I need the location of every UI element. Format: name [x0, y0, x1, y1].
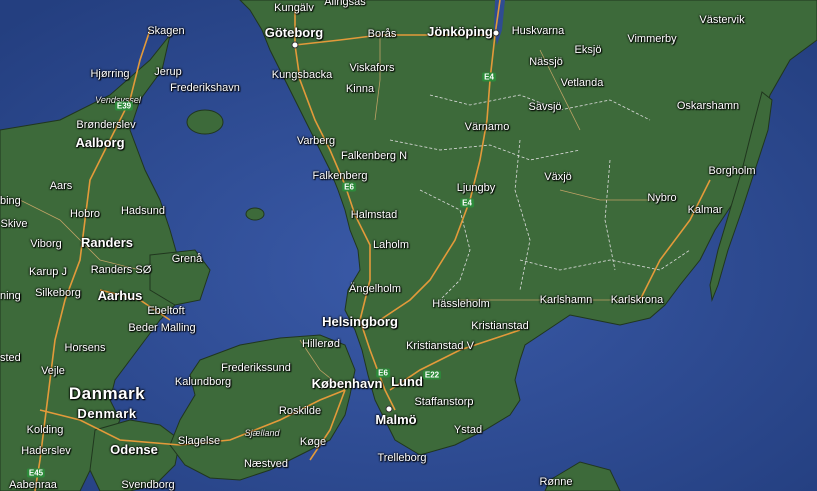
label-grena: Grenå: [171, 253, 203, 265]
label-lund: Lund: [391, 374, 423, 389]
label-staffanstorp: Staffanstorp: [414, 396, 474, 408]
shield-e6-north: E6: [342, 182, 356, 192]
label-kinna: Kinna: [345, 83, 375, 95]
map-canvas[interactable]: Kungälv Alingsås Göteborg Borås Jönköpin…: [0, 0, 817, 491]
label-skive: Skive: [0, 218, 28, 230]
label-vejle: Vejle: [41, 365, 65, 377]
label-halmstad: Halmstad: [350, 209, 398, 221]
label-aars: Aars: [49, 180, 73, 192]
label-denmark: Denmark: [77, 406, 137, 421]
label-huskvarna: Huskvarna: [511, 25, 565, 37]
label-kalmar: Kalmar: [687, 204, 723, 216]
label-eksjo: Eksjö: [574, 44, 602, 56]
label-hjorring: Hjørring: [90, 68, 130, 80]
shield-e4-south: E4: [460, 198, 474, 208]
label-oskarshamn: Oskarshamn: [676, 100, 740, 112]
label-ning: ning: [0, 290, 21, 302]
label-varnamo: Värnamo: [464, 121, 510, 133]
label-sted: sted: [0, 352, 21, 364]
label-angelholm: Ängelholm: [349, 283, 401, 295]
city-dot-malmo: [385, 405, 393, 413]
label-goteborg: Göteborg: [264, 25, 324, 40]
label-roskilde: Roskilde: [278, 405, 322, 417]
label-odense: Odense: [110, 442, 158, 457]
label-kristianstad: Kristianstad: [471, 320, 529, 332]
label-karlskrona: Karlskrona: [610, 294, 664, 306]
label-laholm: Laholm: [372, 239, 410, 251]
label-ronne: Rønne: [539, 476, 573, 488]
label-aarhus: Aarhus: [97, 288, 143, 303]
shield-e22: E22: [422, 370, 442, 380]
label-bronderslev: Brønderslev: [76, 119, 136, 131]
shield-e45: E45: [26, 468, 46, 478]
label-karlshamn: Karlshamn: [539, 294, 593, 306]
label-vastervik: Västervik: [699, 14, 745, 26]
label-hobro: Hobro: [70, 208, 100, 220]
label-viborg: Viborg: [30, 238, 62, 250]
label-helsingborg: Helsingborg: [322, 314, 398, 329]
label-kungsbacka: Kungsbacka: [271, 69, 333, 81]
label-frederikssund: Frederikssund: [221, 362, 291, 374]
label-savsjo: Sävsjö: [528, 101, 562, 113]
label-borgholm: Borgholm: [708, 165, 756, 177]
label-kristianstad-v: Kristianstad V: [406, 340, 474, 352]
label-horsens: Horsens: [64, 342, 106, 354]
shield-e6-south: E6: [376, 368, 390, 378]
label-hillerod: Hillerød: [302, 338, 340, 350]
label-varberg: Varberg: [296, 135, 336, 147]
label-nybro: Nybro: [647, 192, 677, 204]
label-naestved: Næstved: [243, 458, 289, 470]
label-bing: bing: [0, 195, 21, 207]
label-slagelse: Slagelse: [177, 435, 221, 447]
label-falkenberg: Falkenberg: [312, 170, 368, 182]
shield-e4-north: E4: [482, 72, 496, 82]
label-koge: Køge: [299, 436, 327, 448]
label-hadsund: Hadsund: [120, 205, 166, 217]
label-ljungby: Ljungby: [456, 182, 496, 194]
label-skagen: Skagen: [147, 25, 185, 37]
label-svendborg: Svendborg: [121, 479, 175, 491]
label-falkenberg-n: Falkenberg N: [340, 150, 408, 162]
label-malmo: Malmö: [375, 412, 417, 427]
label-aabenraa: Aabenraa: [9, 479, 57, 491]
label-silkeborg: Silkeborg: [35, 287, 81, 299]
label-vimmerby: Vimmerby: [627, 33, 677, 45]
label-nassjo: Nässjö: [529, 56, 563, 68]
label-randers-so: Randers SØ: [90, 264, 152, 276]
label-danmark: Danmark: [68, 384, 146, 403]
label-hassleholm: Hässleholm: [432, 298, 490, 310]
shield-e39: E39: [114, 101, 134, 111]
label-ebeltoft: Ebeltoft: [147, 305, 185, 317]
label-beder-malling: Beder Malling: [128, 322, 196, 334]
label-boras: Borås: [367, 28, 397, 40]
label-aalborg: Aalborg: [75, 135, 125, 150]
label-jonkoping: Jönköping: [427, 24, 493, 39]
label-sjaelland: Sjælland: [244, 428, 280, 438]
label-vaxjo: Växjö: [544, 171, 572, 183]
label-viskafors: Viskafors: [349, 62, 395, 74]
label-alingsas: Alingsås: [324, 0, 366, 8]
label-jerup: Jerup: [154, 66, 182, 78]
label-trelleborg: Trelleborg: [377, 452, 427, 464]
city-dot-jonkoping: [492, 29, 500, 37]
label-kolding: Kolding: [26, 424, 64, 436]
label-kalundborg: Kalundborg: [174, 376, 232, 388]
label-haderslev: Haderslev: [21, 445, 71, 457]
label-ystad: Ystad: [453, 424, 483, 436]
label-karup-j: Karup J: [29, 266, 67, 278]
label-frederikshavn: Frederikshavn: [170, 82, 240, 94]
label-vetlanda: Vetlanda: [560, 77, 604, 89]
label-kobenhavn: København: [311, 376, 383, 391]
label-randers: Randers: [80, 235, 134, 250]
city-dot-goteborg: [291, 41, 299, 49]
label-kungalv: Kungälv: [274, 2, 314, 14]
